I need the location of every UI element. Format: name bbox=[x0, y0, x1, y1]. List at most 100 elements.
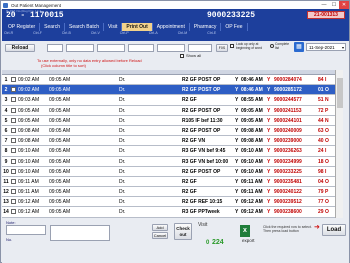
row-checkbox[interactable] bbox=[11, 127, 16, 133]
row-checkbox[interactable] bbox=[11, 117, 16, 123]
look-up-checkbox[interactable] bbox=[230, 44, 234, 48]
calendar-icon[interactable]: ▦ bbox=[294, 42, 304, 52]
row-checkbox[interactable] bbox=[11, 158, 16, 164]
tab-visit[interactable]: Visit bbox=[104, 23, 123, 31]
row-checkbox[interactable] bbox=[11, 148, 16, 154]
row-code: 98 bbox=[318, 168, 324, 175]
complete-list-radio[interactable] bbox=[270, 44, 274, 48]
row-phone: 9000239000 bbox=[274, 138, 302, 145]
search-field-5[interactable] bbox=[157, 44, 185, 52]
excel-icon[interactable]: x bbox=[240, 225, 250, 237]
tab-search-batch[interactable]: Search Batch bbox=[65, 23, 105, 31]
reload-button[interactable]: Reload bbox=[5, 44, 35, 52]
row-time: 09:12 AM bbox=[18, 209, 40, 216]
table-row[interactable]: 11 09:11 AM 09:05 AM Dr. R2 GF Y 09:11 AM Y 9000… bbox=[2, 177, 335, 188]
row-arrival-time: 09:10 AM bbox=[241, 158, 263, 165]
row-doctor: Dr. bbox=[119, 97, 126, 104]
row-checkbox[interactable] bbox=[11, 77, 16, 82]
note-textarea[interactable] bbox=[50, 225, 110, 241]
export-label[interactable]: export bbox=[242, 238, 255, 243]
row-code: 40 bbox=[318, 138, 324, 145]
table-row[interactable]: 13 09:12 AM 09:05 AM Dr. R2 GF REF 10:15 Y 09:… bbox=[2, 197, 335, 208]
search-field-2[interactable] bbox=[66, 44, 94, 52]
table-row[interactable]: 6 09:08 AM 09:05 AM Dr. R2 GF POST OP Y 09:08 … bbox=[2, 126, 335, 137]
table-row[interactable]: 12 09:11 AM 09:05 AM Dr. R2 GF Y 09:11 AM Y 9000… bbox=[2, 187, 335, 198]
row-index: 9 bbox=[4, 158, 8, 165]
row-status: N bbox=[325, 117, 329, 124]
scrollbar-thumb[interactable] bbox=[337, 78, 343, 108]
row-doctor: Dr. bbox=[119, 178, 126, 185]
row-status: O bbox=[325, 209, 329, 216]
row-checkbox[interactable] bbox=[11, 168, 16, 174]
row-flag: Y bbox=[235, 148, 239, 155]
row-time: 09:08 AM bbox=[18, 138, 40, 145]
table-row[interactable]: 8 09:10 AM 09:05 AM Dr. R3 GF VN bef 9:45 Y 09… bbox=[2, 146, 335, 157]
close-button[interactable]: ✕ bbox=[339, 1, 349, 9]
row-time: 09:02 AM bbox=[18, 77, 40, 83]
load-button[interactable]: Load bbox=[322, 224, 346, 236]
row-status: O bbox=[325, 127, 329, 134]
row-checkbox[interactable] bbox=[11, 199, 16, 205]
table-row[interactable]: 14 09:12 AM 09:05 AM Dr. R3 GF PPTweek Y 09:12… bbox=[2, 207, 335, 218]
row-flag: Y bbox=[235, 168, 239, 175]
row-checkbox[interactable] bbox=[11, 87, 16, 93]
row-checkbox[interactable] bbox=[11, 209, 16, 215]
row-doctor: Dr. bbox=[119, 107, 126, 114]
row-code: 44 bbox=[318, 117, 324, 124]
title-bar: Out Patient Management — ☐ ✕ bbox=[1, 1, 349, 9]
row-checkbox[interactable] bbox=[11, 97, 16, 103]
row-index: 11 bbox=[3, 178, 9, 185]
row-time-2: 09:05 AM bbox=[49, 199, 71, 206]
row-index: 8 bbox=[4, 148, 8, 155]
search-field-4[interactable] bbox=[128, 44, 154, 52]
tab-appointment[interactable]: Appointment bbox=[153, 23, 190, 31]
table-row[interactable]: 2 09:02 AM 09:05 AM Dr. R2 GF POST OP Y 08:46 … bbox=[2, 85, 335, 96]
row-index: 6 bbox=[4, 127, 8, 134]
row-checkbox[interactable] bbox=[11, 189, 16, 195]
table-row[interactable]: 9 09:10 AM 09:05 AM Dr. R3 GF VN bef 10:00 Y 0… bbox=[2, 157, 335, 167]
search-field-3[interactable] bbox=[97, 44, 125, 52]
checkout-button[interactable]: Check out bbox=[174, 223, 192, 240]
table-row[interactable]: 1 09:02 AM 09:05 AM Dr. R2 GF POST OP Y 08:46 … bbox=[2, 75, 335, 86]
row-flag: Y bbox=[235, 138, 239, 145]
table-row[interactable]: 3 09:03 AM 09:05 AM Dr. R2 GF Y 08:55 AM Y 90002… bbox=[2, 95, 335, 106]
row-status: I bbox=[325, 168, 327, 175]
row-checkbox[interactable] bbox=[11, 178, 16, 184]
date-picker[interactable]: 11-Sep-2021 ▾ bbox=[306, 43, 346, 51]
tab-op-fee[interactable]: OP Fee bbox=[221, 23, 248, 31]
search-field-6[interactable] bbox=[188, 44, 212, 52]
row-time: 09:05 AM bbox=[18, 117, 40, 124]
row-time: 09:11 AM bbox=[18, 189, 39, 196]
add-button[interactable]: Add bbox=[152, 224, 168, 231]
patient-id: 20 - 1170015 bbox=[6, 11, 64, 20]
table-row[interactable]: 7 09:08 AM 09:05 AM Dr. R2 GF VN Y 09:08 AM Y 90… bbox=[2, 136, 335, 147]
table-row[interactable]: 4 09:05 AM 09:05 AM Dr. R2 GF POST OP Y 09:05 … bbox=[2, 106, 335, 116]
minimize-button[interactable]: — bbox=[319, 1, 329, 9]
tab-search[interactable]: Search bbox=[40, 23, 65, 31]
grid-scrollbar[interactable] bbox=[335, 70, 343, 218]
table-row[interactable]: 5 09:05 AM 09:05 AM Dr. R105 IF bef 11:30 Y 09… bbox=[2, 116, 335, 126]
shortcut-hint: Ctrl-R bbox=[4, 31, 14, 35]
row-checkbox[interactable] bbox=[11, 138, 16, 144]
row-doctor: Dr. bbox=[119, 77, 126, 83]
row-code: 51 bbox=[318, 97, 324, 104]
row-status: I bbox=[325, 148, 327, 155]
tab-print-out[interactable]: Print Out bbox=[122, 23, 153, 31]
tab-pharmacy[interactable]: Pharmacy bbox=[190, 23, 222, 31]
table-row[interactable]: 10 09:10 AM 09:05 AM Dr. R2 GF POST OP Y 09:10… bbox=[2, 167, 335, 177]
row-status: P bbox=[325, 107, 329, 114]
row-flag: Y bbox=[235, 97, 239, 104]
row-visit-type: R3 GF PPTweek bbox=[182, 209, 220, 216]
cancel-button[interactable]: Cancel bbox=[152, 232, 168, 239]
maximize-button[interactable]: ☐ bbox=[329, 1, 339, 9]
tab-op-register[interactable]: OP Register bbox=[4, 23, 41, 31]
row-phone: 9000236263 bbox=[274, 148, 302, 155]
fee-button[interactable]: F0S bbox=[216, 44, 228, 52]
row-status: O bbox=[325, 138, 329, 145]
row-visit-type: R2 GF REF 10:15 bbox=[182, 199, 223, 206]
search-field-1[interactable] bbox=[47, 44, 63, 52]
show-all-checkbox[interactable] bbox=[180, 54, 184, 58]
row-checkbox[interactable] bbox=[11, 107, 16, 113]
note-field[interactable] bbox=[6, 225, 46, 235]
row-flag: Y bbox=[235, 127, 239, 134]
